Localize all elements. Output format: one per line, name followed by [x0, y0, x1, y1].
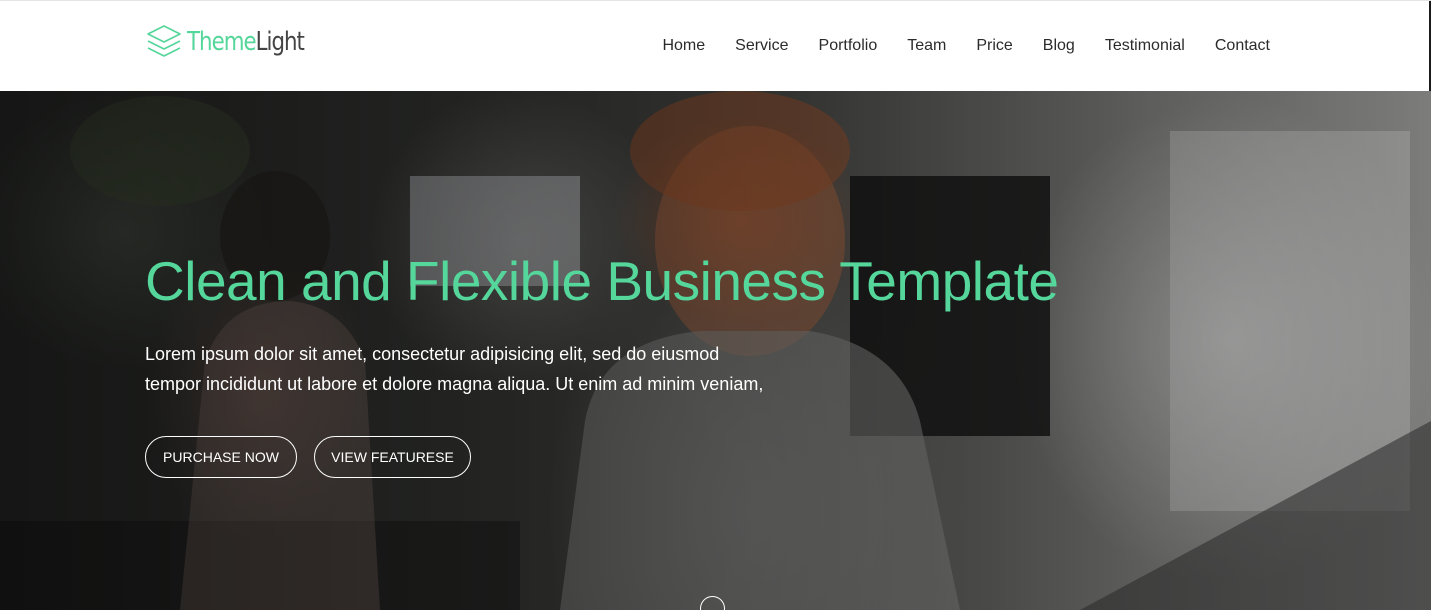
- nav-service[interactable]: Service: [735, 36, 788, 56]
- purchase-now-button[interactable]: PURCHASE NOW: [145, 436, 297, 478]
- view-features-button[interactable]: VIEW FEATURESE: [314, 436, 471, 478]
- nav-testimonial[interactable]: Testimonial: [1105, 36, 1185, 56]
- main-nav: Home Service Portfolio Team Price Blog T…: [632, 36, 1270, 56]
- hero-section: Clean and Flexible Business Template Lor…: [0, 91, 1431, 610]
- nav-team[interactable]: Team: [907, 36, 946, 56]
- nav-home[interactable]: Home: [662, 36, 705, 56]
- brand-logo[interactable]: ThemeLight: [145, 21, 330, 63]
- hero-description-line-1: Lorem ipsum dolor sit amet, consectetur …: [145, 344, 720, 364]
- brand-name: ThemeLight: [187, 27, 305, 57]
- hero-title: Clean and Flexible Business Template: [145, 250, 1059, 312]
- hero-description-line-2: tempor incididunt ut labore et dolore ma…: [145, 374, 764, 394]
- nav-price[interactable]: Price: [976, 36, 1012, 56]
- nav-blog[interactable]: Blog: [1043, 36, 1075, 56]
- site-header: ThemeLight Home Service Portfolio Team P…: [0, 0, 1431, 92]
- layers-icon: [147, 25, 181, 57]
- nav-portfolio[interactable]: Portfolio: [819, 36, 878, 56]
- nav-contact[interactable]: Contact: [1215, 36, 1270, 56]
- hero-description: Lorem ipsum dolor sit amet, consectetur …: [145, 339, 785, 399]
